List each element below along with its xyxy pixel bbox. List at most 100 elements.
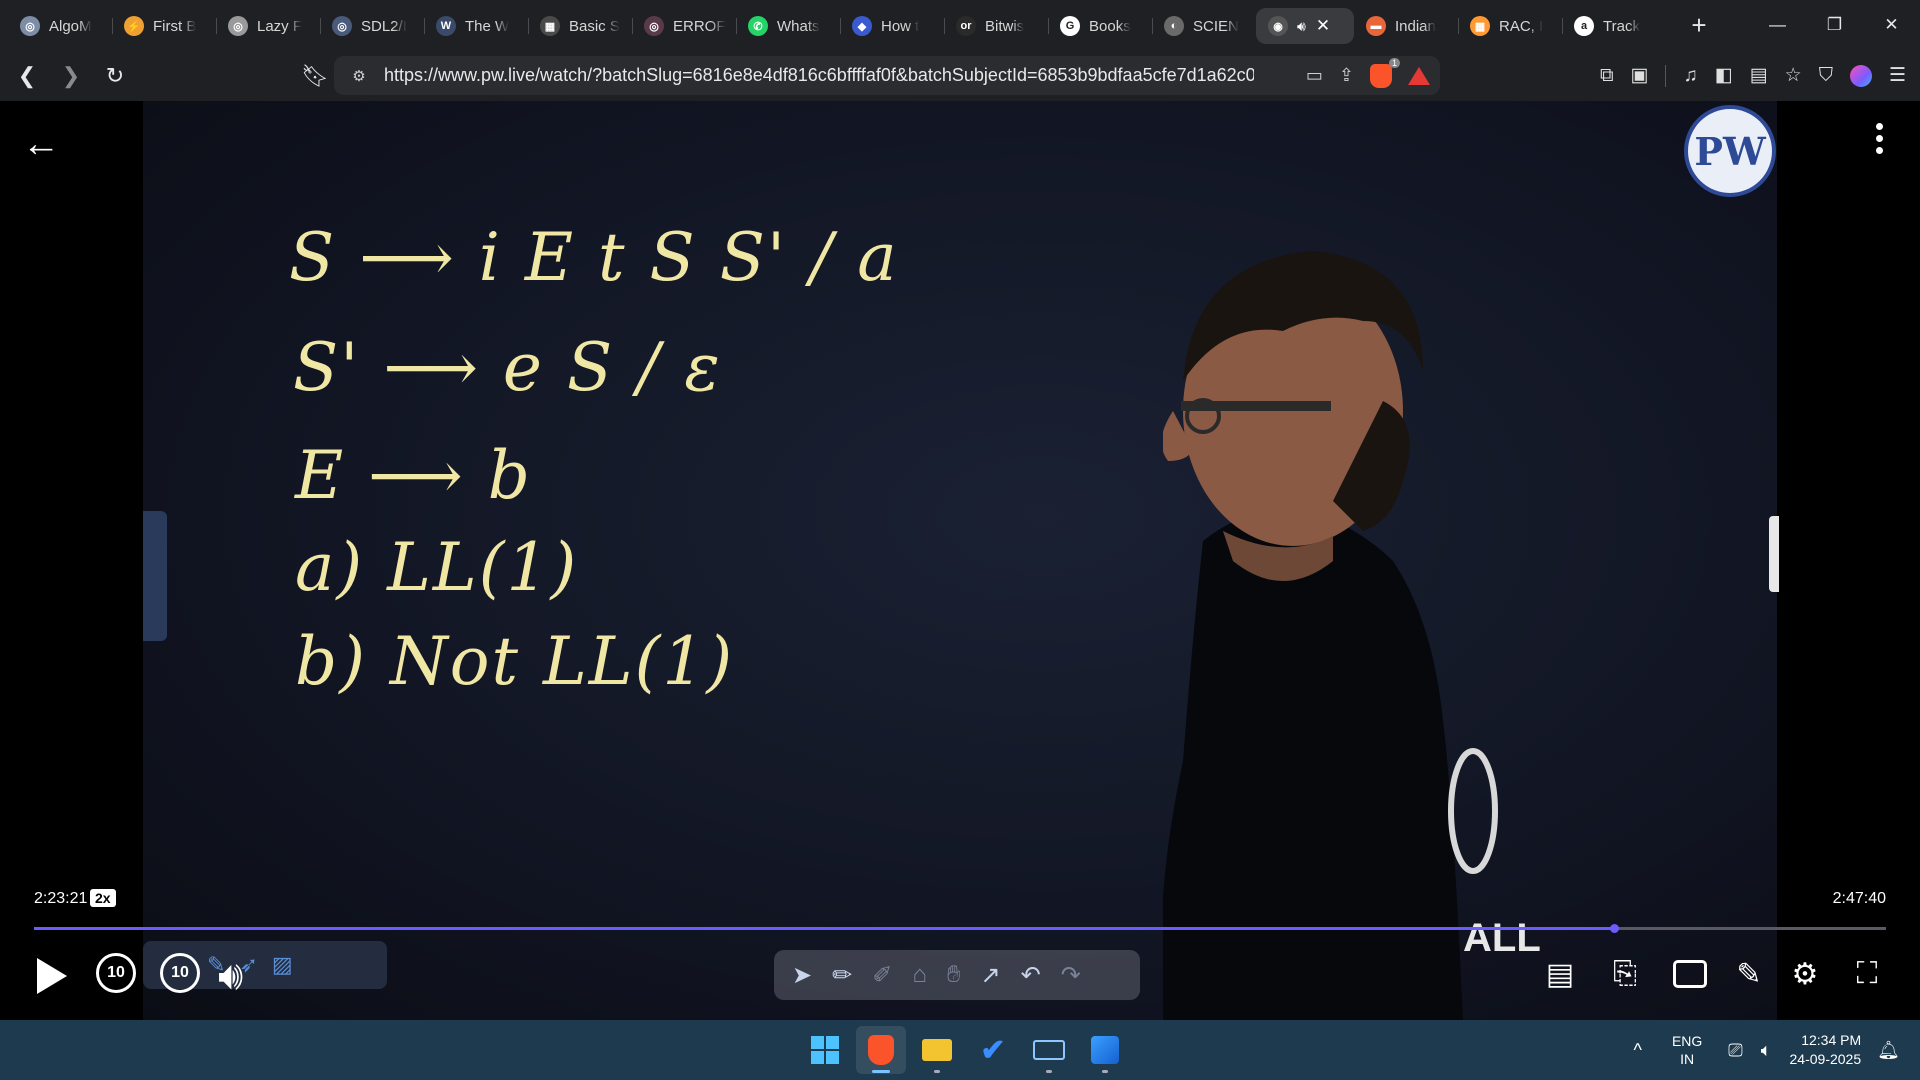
paint-icon (1091, 1036, 1119, 1064)
start-button[interactable] (800, 1026, 850, 1074)
site-settings-icon[interactable]: ⚙︎ (342, 67, 376, 85)
folder-icon (922, 1039, 952, 1061)
tab-favicon-icon: ◉ (1268, 16, 1288, 36)
player-back-icon[interactable]: ← (22, 123, 60, 166)
tab-title: AlgoM (49, 17, 92, 35)
translate-icon[interactable]: ⎘ (1604, 953, 1646, 995)
taskbar-keyboard[interactable] (1024, 1026, 1074, 1074)
tab-0[interactable]: ◎ AlgoM (8, 8, 112, 44)
tab-title: Lazy F (257, 17, 303, 35)
tab-title: Track (1603, 17, 1640, 35)
speaker-tray-icon[interactable]: 🔈︎ (1761, 1040, 1772, 1061)
forward-icon[interactable]: ❯ (54, 59, 88, 93)
video-player[interactable]: S ⟶ i E t S S' / a S' ⟶ e S / ε E ⟶ b a)… (0, 101, 1920, 1020)
address-bar[interactable]: ⚙︎ https://www.pw.live/watch/?batchSlug=… (334, 56, 1440, 95)
clock-date: 24-09-2025 (1789, 1051, 1862, 1067)
tab-10[interactable]: G Books (1048, 8, 1152, 44)
board-line-1: S ⟶ i E t S S' / a (289, 219, 899, 296)
tab-5[interactable]: ▦ Basic S (528, 8, 632, 44)
notifications-icon[interactable]: 🔔︎ (1877, 1040, 1900, 1061)
tab-active-pw[interactable]: ◉ 🔊︎ ✕ (1256, 8, 1354, 44)
brave-rewards-icon[interactable] (1408, 66, 1430, 85)
board-line-3: E ⟶ b (295, 437, 533, 514)
input-language[interactable]: ENG IN (1672, 1032, 1702, 1068)
tab-favicon-icon: a (1574, 16, 1594, 36)
tab-title: SDL2/I (361, 17, 407, 35)
tab-favicon-icon: ▬ (1366, 16, 1386, 36)
close-icon[interactable]: ✕ (1316, 16, 1330, 36)
seek-bar[interactable] (34, 924, 1886, 933)
pw-logo: PW (1684, 105, 1776, 197)
tab-1[interactable]: ⚡ First B (112, 8, 216, 44)
taskbar-file-explorer[interactable] (912, 1026, 962, 1074)
brave-shields-icon[interactable]: 1 (1370, 57, 1400, 88)
minimize-icon[interactable]: — (1749, 0, 1806, 50)
seek-handle[interactable] (1609, 924, 1619, 933)
back-icon[interactable]: ❮ (10, 59, 44, 93)
sidebar-icon[interactable]: ◧ (1715, 64, 1733, 87)
playback-speed-badge[interactable]: 2x (90, 889, 116, 907)
media-icon[interactable]: ♫ (1683, 65, 1697, 87)
share-icon[interactable]: ⇪ (1339, 65, 1354, 86)
tab-4[interactable]: W The W (424, 8, 528, 44)
tab-favicon-icon: ◎ (20, 16, 40, 36)
video-frame[interactable]: S ⟶ i E t S S' / a S' ⟶ e S / ε E ⟶ b a)… (143, 101, 1777, 1020)
wallet-icon[interactable]: ▤ (1750, 64, 1768, 87)
restore-icon[interactable]: ❐ (1806, 0, 1863, 50)
settings-icon[interactable]: ⚙︎ (1784, 953, 1826, 995)
notes-icon[interactable]: ✎ (1728, 953, 1770, 995)
address-bar-actions: ▭ ⇪ 1 (1306, 56, 1430, 95)
highlighter-tool-icon: ✐ (872, 961, 893, 989)
volume-icon[interactable]: 🔊︎ (218, 954, 243, 999)
forward-10-button[interactable]: 10 (160, 953, 200, 993)
right-panel-handle[interactable] (1769, 516, 1779, 592)
cast-icon[interactable]: ▭ (1306, 65, 1323, 86)
fullscreen-icon[interactable]: ⛶ (1846, 953, 1888, 995)
taskbar-todo[interactable]: ✔ (968, 1026, 1018, 1074)
tab-title: Bitwis (985, 17, 1025, 35)
player-more-icon[interactable] (1876, 123, 1886, 159)
reader-icon[interactable]: ▣ (1631, 64, 1649, 87)
reload-icon[interactable]: ↻ (98, 59, 132, 93)
rewind-10-button[interactable]: 10 (96, 953, 136, 993)
language-code: ENG (1671, 1033, 1703, 1049)
leo-ai-icon[interactable] (1849, 64, 1872, 87)
taskbar-brave[interactable] (856, 1026, 906, 1074)
toolbar-right-icons: ⧉ ▣ ♫ ◧ ▤ ☆ ⛉ ☰ (1600, 50, 1906, 101)
tab-6[interactable]: ◎ ERROF (632, 8, 736, 44)
tab-after-2[interactable]: a Track (1562, 8, 1666, 44)
extensions-icon[interactable]: ⧉ (1600, 65, 1614, 87)
tab-3[interactable]: ◎ SDL2/I (320, 8, 424, 44)
tab-9[interactable]: or Bitwis (944, 8, 1048, 44)
left-panel-handle[interactable] (143, 511, 167, 641)
tab-7[interactable]: ✆ Whats (736, 8, 840, 44)
tab-11[interactable]: ◐ SCIEN (1152, 8, 1256, 44)
speaker-icon[interactable]: 🔊︎ (1297, 18, 1306, 35)
tab-2[interactable]: ◎ Lazy F (216, 8, 320, 44)
new-tab-button[interactable]: + (1684, 12, 1714, 38)
close-window-icon[interactable]: ✕ (1863, 0, 1920, 50)
board-line-4: a) LL(1) (295, 529, 579, 606)
whiteboard-toolbar: ➤ ✏︎ ✐ ⌂ ✋︎ ↗ ↶ ↷ (774, 950, 1140, 1000)
play-button[interactable] (34, 956, 70, 996)
pen-tool-icon: ✏︎ (832, 961, 853, 989)
bookmark-icon[interactable]: 🔖︎ (298, 59, 332, 93)
url-text[interactable]: https://www.pw.live/watch/?batchSlug=681… (384, 65, 1254, 86)
network-icon[interactable]: ⎚ (1728, 1040, 1742, 1061)
chat-icon[interactable]: ▤ (1539, 953, 1581, 995)
tab-after-0[interactable]: ▬ Indian (1354, 8, 1458, 44)
hand-tool-icon: ✋︎ (946, 961, 961, 988)
show-hidden-icons[interactable]: ^ (1634, 1040, 1642, 1061)
tab-8[interactable]: ◆ How t (840, 8, 944, 44)
vpn-icon[interactable]: ⛉ (1819, 65, 1833, 87)
tab-title: ERROF (673, 17, 726, 35)
menu-icon[interactable]: ☰ (1889, 64, 1906, 87)
favorites-icon[interactable]: ☆ (1785, 64, 1802, 87)
system-tray: ^ ENG IN ⎚ 🔈︎ 12:34 PM 24-09-2025 🔔︎ (1634, 1020, 1901, 1080)
picture-in-picture-icon[interactable] (1669, 953, 1711, 995)
tab-after-1[interactable]: ▦ RAC, I (1458, 8, 1562, 44)
taskbar-paint[interactable] (1080, 1026, 1130, 1074)
windows-logo-icon (811, 1036, 839, 1064)
tab-title: How t (881, 17, 920, 35)
clock[interactable]: 12:34 PM 24-09-2025 (1790, 1031, 1862, 1069)
